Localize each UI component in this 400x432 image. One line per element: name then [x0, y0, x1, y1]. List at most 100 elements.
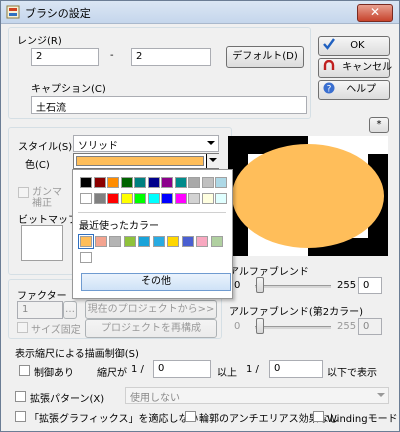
scale-max-input[interactable]: 0	[269, 360, 323, 378]
palette-swatch[interactable]	[188, 193, 200, 204]
cancel-icon	[323, 59, 335, 70]
palette-swatch[interactable]	[147, 193, 160, 204]
palette-swatch[interactable]	[174, 177, 187, 188]
bitmap-label: ビットマップ	[18, 215, 78, 226]
help-label: ヘルプ	[346, 84, 377, 95]
palette-swatch[interactable]	[161, 177, 173, 188]
recent-color-swatch[interactable]	[94, 236, 107, 247]
from-current-project-button[interactable]: 現在のプロジェクトから>>	[85, 300, 217, 319]
palette-swatch[interactable]	[174, 193, 187, 204]
scale-max-suffix: 以下で表示	[327, 368, 377, 379]
gamma-checkbox[interactable]	[18, 187, 29, 198]
alpha-blend-slider[interactable]	[256, 277, 264, 293]
current-color-swatch	[76, 156, 204, 166]
gamma-label-line2: 補正	[32, 198, 52, 209]
scale-control-label: 表示縮尺による描画制御(S)	[15, 349, 139, 360]
palette-divider	[78, 212, 226, 213]
recent-color-swatch[interactable]	[152, 236, 165, 247]
factor-picker-button[interactable]: …	[63, 301, 77, 319]
palette-swatch[interactable]	[80, 193, 92, 204]
palette-swatch[interactable]	[93, 193, 106, 204]
brush-settings-window: ブラシの設定 ✕ レンジ(R) 2 - 2 デフォルト(D) キャプション(C)…	[0, 0, 400, 432]
alpha-blend-track	[255, 285, 331, 288]
factor-input[interactable]: 1	[17, 301, 63, 319]
style-label: スタイル(S)	[18, 142, 73, 153]
scale-min-suffix: 以上	[217, 368, 237, 379]
color-label: 色(C)	[25, 160, 50, 171]
alpha-blend-min: 0	[234, 280, 241, 291]
palette-swatch[interactable]	[93, 177, 106, 188]
ext-pattern-checkbox[interactable]	[15, 391, 26, 402]
size-fixed-label: サイズ固定	[31, 325, 81, 336]
palette-swatch[interactable]	[215, 177, 227, 188]
caption-label: キャプション(C)	[31, 84, 106, 95]
range-to-input[interactable]: 2	[131, 48, 211, 66]
palette-swatch[interactable]	[201, 193, 214, 204]
palette-swatch[interactable]	[134, 177, 146, 188]
default-button[interactable]: デフォルト(D)	[226, 46, 304, 68]
color-select[interactable]	[73, 153, 219, 169]
other-colors-button[interactable]: その他	[81, 273, 231, 291]
recent-color-swatch[interactable]	[181, 236, 194, 247]
palette-swatch[interactable]	[161, 193, 173, 204]
palette-swatch[interactable]	[188, 177, 200, 188]
size-fixed-checkbox[interactable]	[17, 322, 28, 333]
bitmap-preview[interactable]	[21, 225, 63, 261]
chevron-down-icon	[377, 393, 385, 397]
palette-swatch[interactable]	[147, 177, 160, 188]
scale-control-checkbox[interactable]	[19, 365, 30, 376]
palette-swatch[interactable]	[215, 193, 227, 204]
winding-label: Windingモード	[327, 414, 398, 425]
cancel-label: キャンセル	[342, 62, 393, 73]
alpha-blend-max: 255	[337, 280, 357, 291]
recent-color-swatch[interactable]	[123, 236, 136, 247]
recent-color-swatch[interactable]	[196, 236, 208, 247]
factor-label: ファクター	[17, 291, 67, 302]
no-antialias-checkbox[interactable]	[185, 411, 196, 422]
palette-swatch[interactable]	[107, 193, 119, 204]
help-icon: ?	[323, 82, 335, 95]
alpha-blend2-slider[interactable]	[256, 318, 264, 334]
palette-swatch[interactable]	[107, 177, 119, 188]
scale-control-enable-label: 制御あり	[34, 368, 74, 379]
color-dropdown-toggle[interactable]	[206, 154, 219, 168]
ok-button[interactable]: OK	[318, 36, 390, 56]
star-button[interactable]: *	[369, 117, 389, 133]
alpha-blend2-track	[255, 326, 331, 329]
help-button[interactable]: ? ヘルプ	[318, 80, 390, 100]
palette-swatch[interactable]	[201, 177, 214, 188]
palette-swatch[interactable]	[120, 193, 133, 204]
app-icon	[6, 5, 20, 19]
recent-color-swatch[interactable]	[138, 236, 150, 247]
range-separator: -	[110, 50, 114, 61]
winding-checkbox[interactable]	[313, 411, 324, 422]
recent-color-swatch[interactable]	[109, 236, 121, 247]
ext-pattern-value: 使用しない	[130, 393, 180, 404]
scale-min-input[interactable]: 0	[153, 360, 211, 378]
ext-graphics-checkbox[interactable]	[15, 411, 26, 422]
reconfigure-project-button[interactable]: プロジェクトを再構成	[85, 319, 217, 338]
palette-swatch[interactable]	[80, 177, 92, 188]
color-popup: 最近使ったカラー その他	[72, 169, 233, 299]
palette-swatch[interactable]	[134, 193, 146, 204]
ext-graphics-label: 「拡張グラフィックス」を適応しない	[29, 414, 199, 425]
preview-canvas	[228, 136, 388, 256]
alpha-blend2-input[interactable]: 0	[358, 318, 382, 335]
recent-color-swatch[interactable]	[210, 236, 223, 247]
recent-color-swatch[interactable]	[167, 236, 179, 247]
close-button[interactable]: ✕	[357, 4, 393, 22]
recent-color-empty-slot[interactable]	[80, 252, 92, 263]
recent-color-swatch[interactable]	[78, 234, 94, 249]
palette-swatch[interactable]	[120, 177, 133, 188]
title-bar[interactable]: ブラシの設定 ✕	[1, 1, 399, 24]
cancel-button[interactable]: キャンセル	[318, 58, 393, 78]
alpha-blend2-max: 255	[337, 321, 357, 332]
alpha-blend-input[interactable]: 0	[358, 277, 382, 294]
alpha-blend2-min: 0	[234, 321, 241, 332]
style-select[interactable]: ソリッド	[73, 135, 219, 152]
svg-text:?: ?	[327, 85, 332, 95]
range-from-input[interactable]: 2	[31, 48, 99, 66]
caption-input[interactable]: 土石流	[31, 96, 307, 114]
check-icon	[323, 38, 335, 50]
ext-pattern-select[interactable]: 使用しない	[125, 387, 389, 404]
